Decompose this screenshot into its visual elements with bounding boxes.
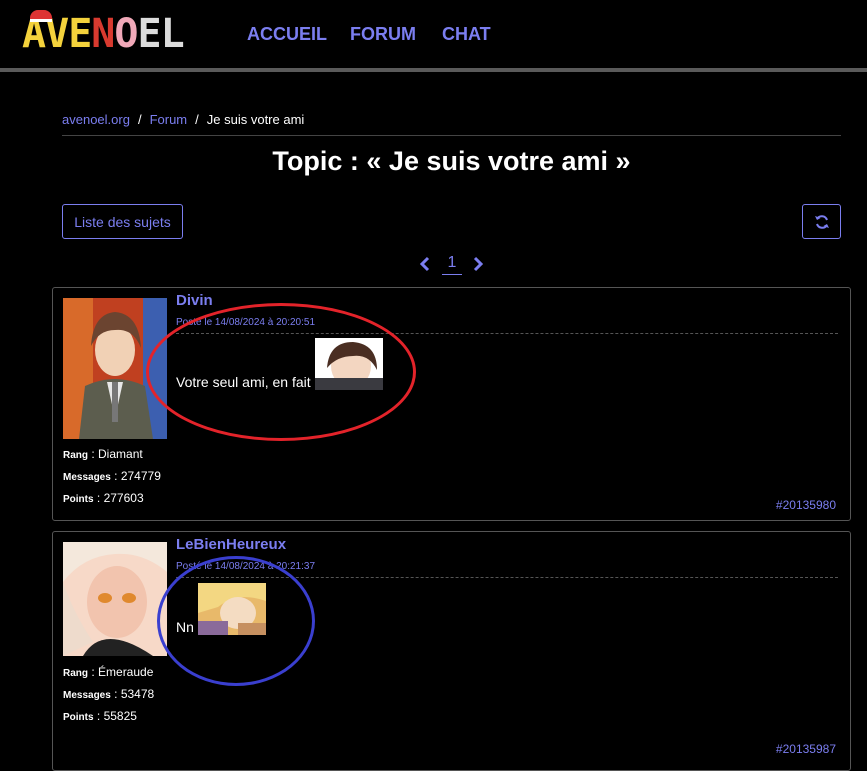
refresh-button[interactable]	[802, 204, 841, 239]
post-id-link[interactable]: #20135980	[776, 498, 836, 512]
breadcrumb-separator: /	[195, 112, 199, 127]
messages-label: Messages	[63, 472, 111, 483]
forum-post: Divin Posté le 14/08/2024 à 20:20:51 Vot…	[52, 287, 851, 521]
breadcrumb-root[interactable]: avenoel.org	[62, 112, 130, 127]
breadcrumb-current: Je suis votre ami	[206, 112, 305, 127]
post-id-link[interactable]: #20135987	[776, 742, 836, 756]
rank-label: Rang	[63, 450, 88, 461]
post-content: Nn	[176, 583, 266, 635]
breadcrumb-separator: /	[137, 112, 142, 127]
rank-label: Rang	[63, 668, 88, 679]
points-value: 277603	[103, 491, 144, 505]
post-author[interactable]: LeBienHeureux	[176, 536, 286, 553]
site-logo[interactable]: A V E N O E L	[22, 10, 185, 57]
nav-chat[interactable]: CHAT	[442, 24, 491, 45]
post-text: Votre seul ami, en fait	[176, 374, 311, 390]
site-header: A V E N O E L ACCUEIL FORUM CHAT	[0, 0, 867, 68]
sticker-image[interactable]	[314, 338, 383, 390]
points-value: 55825	[103, 709, 137, 723]
title-divider	[62, 135, 841, 136]
user-stats: Rang : Diamant Messages : 274779 Points …	[63, 447, 161, 505]
avatar[interactable]	[63, 298, 167, 439]
post-divider	[176, 577, 838, 578]
pagination: 1	[416, 252, 488, 278]
messages-value: 53478	[120, 687, 155, 701]
logo-letter: E	[137, 11, 161, 57]
chevron-right-icon	[473, 256, 484, 272]
logo-letter: L	[160, 11, 185, 57]
refresh-icon	[814, 214, 829, 229]
breadcrumb-forum[interactable]: Forum	[150, 112, 188, 127]
post-author[interactable]: Divin	[176, 292, 213, 309]
post-divider	[176, 333, 838, 334]
pagination-page[interactable]: 1	[442, 254, 462, 275]
page-title: Topic : « Je suis votre ami »	[272, 146, 631, 176]
topic-list-button[interactable]: Liste des sujets	[62, 204, 183, 239]
header-divider	[0, 68, 867, 72]
post-content: Votre seul ami, en fait	[176, 338, 383, 390]
nav-forum[interactable]: FORUM	[350, 24, 416, 45]
logo-letter: N	[91, 11, 115, 57]
sticker-image[interactable]	[197, 583, 266, 635]
santa-hat-icon	[30, 10, 52, 22]
pagination-prev[interactable]	[416, 254, 432, 274]
forum-post: LeBienHeureux Posté le 14/08/2024 à 20:2…	[52, 531, 851, 771]
logo-letter: E	[68, 11, 92, 57]
post-date: Posté le 14/08/2024 à 20:21:37	[176, 561, 316, 572]
avatar-image	[63, 542, 167, 656]
nav-accueil[interactable]: ACCUEIL	[247, 24, 327, 45]
chevron-left-icon	[419, 256, 430, 272]
rank-value: Émeraude	[98, 665, 154, 679]
rank-value: Diamant	[98, 447, 143, 461]
breadcrumb: avenoel.org / Forum / Je suis votre ami	[62, 112, 304, 127]
messages-value: 274779	[120, 469, 161, 483]
pagination-next[interactable]	[471, 254, 487, 274]
points-label: Points	[63, 494, 94, 505]
avatar-image	[63, 298, 167, 439]
messages-label: Messages	[63, 690, 111, 701]
points-label: Points	[63, 712, 94, 723]
post-text: Nn	[176, 619, 194, 635]
logo-letter: O	[114, 11, 138, 57]
user-stats: Rang : Émeraude Messages : 53478 Points …	[63, 665, 155, 723]
post-date: Posté le 14/08/2024 à 20:20:51	[176, 317, 316, 328]
